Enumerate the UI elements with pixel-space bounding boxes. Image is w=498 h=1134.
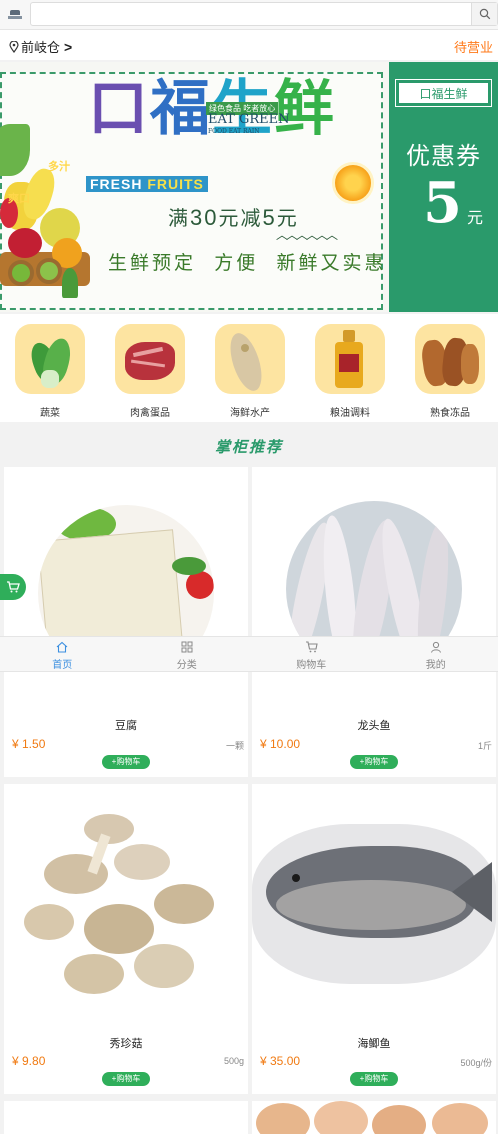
cooked-food-image xyxy=(415,324,485,394)
product-price: ¥ 10.00 xyxy=(260,737,301,751)
product-price: ¥ 35.00 xyxy=(260,1054,301,1068)
product-unit: 500g/份 xyxy=(460,1058,492,1068)
product-image xyxy=(252,1101,496,1134)
category-cooked-frozen[interactable]: 熟食冻品 xyxy=(414,324,486,419)
add-to-cart-button[interactable]: +购物车 xyxy=(350,1072,398,1086)
location-selector[interactable]: 前岐仓 > xyxy=(9,37,72,56)
cart-icon xyxy=(305,641,318,653)
add-to-cart-button[interactable]: +购物车 xyxy=(102,755,150,769)
location-pin-icon xyxy=(9,40,19,53)
vegetable-image xyxy=(15,324,85,394)
banner-fresh-fruits: FRESH FRUITS xyxy=(86,176,208,192)
product-image xyxy=(4,784,248,1024)
coupon-title: 优惠券 xyxy=(406,143,481,170)
product-card[interactable] xyxy=(252,1101,496,1134)
category-meat-eggs[interactable]: 肉禽蛋品 xyxy=(114,324,186,419)
product-name: 秀珍菇 xyxy=(109,1038,143,1050)
section-title: 掌柜推荐 xyxy=(214,439,283,456)
coupon-unit: 元 xyxy=(467,210,484,227)
banner-promo: 满30元减5元 xyxy=(168,205,299,230)
product-image xyxy=(252,784,496,1024)
product-price: ¥ 1.50 xyxy=(12,737,46,751)
cart-icon xyxy=(7,581,20,593)
add-to-cart-button[interactable]: +购物车 xyxy=(350,755,398,769)
grid-icon xyxy=(181,641,193,653)
category-seafood[interactable]: 海鲜水产 xyxy=(214,324,286,419)
coupon-panel[interactable]: 口福生鲜 优惠券 5 元 xyxy=(389,62,498,312)
seafood-image xyxy=(215,324,285,394)
search-button[interactable] xyxy=(471,3,497,25)
store-status: 待营业 xyxy=(453,40,493,55)
product-unit: 1斤 xyxy=(477,741,492,751)
home-icon xyxy=(56,641,68,653)
location-name: 前岐仓 xyxy=(21,40,61,55)
banner-eat-green: EAT GREEN FOOD EAT RAIN xyxy=(208,112,290,135)
coupon-amount: 5 xyxy=(423,170,462,236)
search-input[interactable] xyxy=(30,2,498,26)
product-name: 豆腐 xyxy=(115,720,137,732)
add-to-cart-button[interactable]: +购物车 xyxy=(102,1072,150,1086)
banner-slogan: 生鲜预定 方便 新鲜又实惠 xyxy=(108,253,387,274)
user-icon xyxy=(430,641,441,653)
tab-category[interactable]: 分类 xyxy=(125,637,250,671)
product-card[interactable]: 豆腐 ¥ 1.50 一颗 +购物车 xyxy=(4,467,248,777)
product-card[interactable]: 秀珍菇 ¥ 9.80 500g +购物车 xyxy=(4,784,248,1094)
tab-profile[interactable]: 我的 xyxy=(374,637,498,671)
product-card[interactable] xyxy=(4,1101,248,1134)
location-row: 前岐仓 > 待营业 xyxy=(0,30,498,60)
coupon-label: 口福生鲜 xyxy=(395,79,492,107)
product-name: 龙头鱼 xyxy=(357,720,391,732)
chevron-right-icon: > xyxy=(64,38,73,55)
tab-home[interactable]: 首页 xyxy=(0,637,125,671)
category-row: 蔬菜 肉禽蛋品 海鲜水产 粮油调料 熟食冻品 xyxy=(0,314,498,422)
category-oil-seasoning[interactable]: 粮油调料 xyxy=(314,324,386,419)
banner-tag-left: 爽口 xyxy=(8,193,30,205)
store-logo-icon xyxy=(6,6,24,22)
product-name: 海鲫鱼 xyxy=(357,1038,391,1050)
tab-cart[interactable]: 购物车 xyxy=(249,637,374,671)
section-header: 掌柜推荐 xyxy=(0,430,498,466)
floating-cart-button[interactable] xyxy=(0,574,26,600)
category-vegetables[interactable]: 蔬菜 xyxy=(14,324,86,419)
product-unit: 一颗 xyxy=(225,741,244,751)
search-icon xyxy=(479,8,490,20)
search-bar xyxy=(0,0,498,30)
meat-image xyxy=(115,324,185,394)
product-price: ¥ 9.80 xyxy=(12,1054,46,1068)
product-unit: 500g xyxy=(223,1056,244,1066)
product-card[interactable]: 海鲫鱼 ¥ 35.00 500g/份 +购物车 xyxy=(252,784,496,1094)
banner-tag-top: 多汁 xyxy=(48,161,70,173)
product-card[interactable]: 龙头鱼 ¥ 10.00 1斤 +购物车 xyxy=(252,467,496,777)
orange-slice-image xyxy=(332,162,374,204)
oil-bottle-image xyxy=(315,324,385,394)
product-image xyxy=(4,1101,248,1134)
bottom-tab-bar: 首页 分类 购物车 我的 xyxy=(0,636,498,672)
